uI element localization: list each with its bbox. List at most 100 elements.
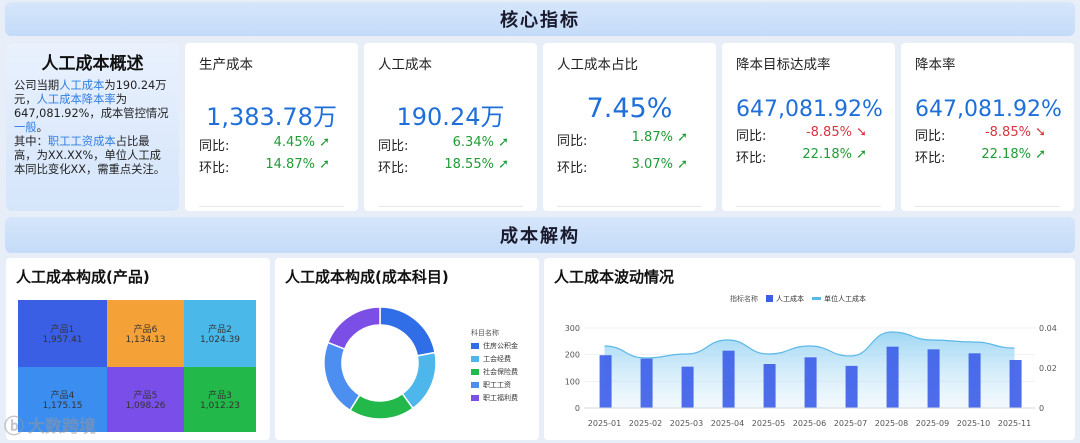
legend-item[interactable]: 住房公积金 bbox=[471, 341, 518, 351]
kpi-yoy-value: 6.34% ➚ bbox=[452, 135, 509, 150]
kpi-title: 人工成本 bbox=[378, 57, 432, 73]
overview-paragraph-1: 公司当期人工成本为190.24万元，人工成本降本率为647,081.92%，成本… bbox=[14, 79, 171, 135]
donut-slice[interactable] bbox=[326, 306, 381, 350]
legend-item[interactable]: 职工工资 bbox=[471, 380, 518, 390]
bar[interactable] bbox=[722, 350, 735, 408]
overview-highlight: 一般 bbox=[14, 121, 37, 134]
treemap-cell-value: 1,957.41 bbox=[42, 335, 83, 345]
legend-item[interactable]: 职工福利费 bbox=[471, 393, 518, 403]
kpi-value: 647,081.92% bbox=[736, 97, 883, 122]
kpi-yoy-value: 4.45% ➚ bbox=[273, 135, 330, 150]
x-tick: 2025-07 bbox=[834, 419, 867, 428]
arrow-up-icon: ➚ bbox=[677, 157, 688, 172]
arrow-up-icon: ➚ bbox=[319, 135, 330, 150]
donut-slice[interactable] bbox=[323, 341, 361, 412]
treemap-cell[interactable]: 产品3 1,012.23 bbox=[184, 367, 256, 432]
legend-item[interactable]: 工会经费 bbox=[471, 354, 518, 364]
kpi-yoy-label: 同比: bbox=[736, 129, 767, 144]
divider bbox=[557, 206, 702, 207]
x-tick: 2025-04 bbox=[711, 419, 744, 428]
bar[interactable] bbox=[763, 364, 776, 408]
donut-legend: 科目名称 住房公积金 工会经费 社会保险费 职工工资 职工福利费 bbox=[471, 328, 518, 403]
kpi-yoy-label: 同比: bbox=[199, 139, 230, 154]
cost-breakdown-header: 成本解构 bbox=[5, 217, 1075, 253]
bar[interactable] bbox=[968, 353, 981, 408]
combo-legend: 指标名称 人工成本 单位人工成本 bbox=[730, 294, 866, 303]
bar[interactable] bbox=[845, 365, 858, 408]
kpi-mom-label: 环比: bbox=[199, 161, 230, 176]
donut-slice[interactable] bbox=[379, 306, 436, 357]
bar[interactable] bbox=[927, 349, 940, 408]
bar[interactable] bbox=[681, 366, 694, 408]
kpi-yoy-label: 同比: bbox=[557, 134, 588, 149]
y-tick-left: 200 bbox=[565, 351, 580, 360]
kpi-title: 降本目标达成率 bbox=[736, 57, 831, 73]
overview-text: 。 bbox=[36, 121, 48, 134]
legend-item[interactable]: 社会保险费 bbox=[471, 367, 518, 377]
treemap-cell[interactable]: 产品2 1,024.39 bbox=[184, 300, 256, 367]
donut-panel: 人工成本构成(成本科目) 科目名称 住房公积金 工会经费 社会保险费 职工工资 … bbox=[275, 258, 539, 440]
donut-chart bbox=[323, 306, 437, 420]
x-tick: 2025-08 bbox=[875, 419, 908, 428]
fluctuation-chart-panel: 人工成本波动情况 指标名称 人工成本 单位人工成本 300 200 100 0 0.04 0.0… bbox=[544, 258, 1075, 440]
legend-title: 指标名称 bbox=[730, 294, 758, 303]
arrow-down-icon: ➘ bbox=[856, 125, 867, 140]
x-tick: 2025-05 bbox=[752, 419, 785, 428]
kpi-mom-row: 环比: 18.55% ➚ bbox=[378, 157, 523, 176]
overview-paragraph-2: 其中：职工工资成本占比最高，为XX.XX%，单位人工成本同比变化XX，需重点关注… bbox=[14, 135, 171, 177]
arrow-up-icon: ➚ bbox=[1035, 147, 1046, 162]
donut-slice[interactable] bbox=[348, 392, 414, 420]
kpi-mom-label: 环比: bbox=[378, 161, 409, 176]
treemap-cell-value: 1,134.13 bbox=[125, 335, 166, 345]
kpi-card-cost-target-rate: 降本目标达成率 647,081.92% 同比: -8.85% ➘ 环比: 22.18… bbox=[722, 43, 895, 211]
kpi-mom-label: 环比: bbox=[736, 151, 767, 166]
kpi-value: 1,383.78万 bbox=[206, 103, 337, 131]
overview-title: 人工成本概述 bbox=[41, 54, 144, 74]
x-tick: 2025-10 bbox=[957, 419, 990, 428]
arrow-down-icon: ➘ bbox=[1035, 125, 1046, 140]
y-tick-right: 0.04 bbox=[1039, 324, 1057, 333]
legend-label: 职工福利费 bbox=[483, 394, 518, 402]
bar[interactable] bbox=[640, 358, 653, 408]
kpi-mom-value: 14.87% ➚ bbox=[265, 157, 330, 172]
legend-label[interactable]: 单位人工成本 bbox=[824, 294, 866, 303]
legend-swatch bbox=[471, 395, 479, 401]
treemap-title: 人工成本构成(产品) bbox=[16, 268, 150, 286]
y-tick-left: 100 bbox=[565, 377, 580, 386]
overview-highlight: 职工工资成本 bbox=[47, 135, 116, 148]
bar[interactable] bbox=[599, 355, 612, 408]
kpi-mom-row: 环比: 22.18% ➚ bbox=[915, 147, 1060, 166]
legend-swatch bbox=[766, 295, 773, 302]
kpi-mom-value: 22.18% ➚ bbox=[981, 147, 1046, 162]
kpi-card-labor-cost-share: 人工成本占比 7.45% 同比: 1.87% ➚ 环比: 3.07% ➚ bbox=[543, 43, 716, 211]
kpi-yoy-row: 同比: 1.87% ➚ bbox=[557, 130, 702, 149]
kpi-value: 7.45% bbox=[586, 93, 673, 124]
treemap-cell[interactable]: 产品1 1,957.41 bbox=[18, 300, 107, 367]
donut-legend-title: 科目名称 bbox=[471, 329, 499, 337]
watermark-logo-icon: ⓑ bbox=[4, 414, 24, 438]
overview-highlight: 人工成本 bbox=[59, 79, 105, 92]
treemap-cell[interactable]: 产品5 1,098.26 bbox=[107, 367, 184, 432]
treemap-cell[interactable]: 产品6 1,134.13 bbox=[107, 300, 184, 367]
bar[interactable] bbox=[886, 346, 899, 408]
arrow-up-icon: ➚ bbox=[498, 157, 509, 172]
treemap-cell-name: 产品1 bbox=[50, 325, 75, 335]
kpi-mom-row: 环比: 22.18% ➚ bbox=[736, 147, 881, 166]
y-tick-left: 0 bbox=[575, 404, 580, 413]
bar[interactable] bbox=[804, 357, 817, 408]
arrow-up-icon: ➚ bbox=[677, 130, 688, 145]
treemap-cell-name: 产品3 bbox=[208, 391, 232, 401]
divider bbox=[736, 206, 881, 207]
legend-label: 职工工资 bbox=[483, 381, 511, 389]
treemap-cell-value: 1,024.39 bbox=[199, 335, 241, 345]
cost-breakdown-title: 成本解构 bbox=[500, 226, 580, 247]
divider bbox=[915, 206, 1060, 207]
treemap-cell-name: 产品5 bbox=[133, 391, 158, 401]
treemap-cell-name: 产品4 bbox=[50, 391, 75, 401]
kpi-title: 人工成本占比 bbox=[557, 57, 638, 73]
bar[interactable] bbox=[1009, 360, 1022, 408]
x-tick: 2025-11 bbox=[998, 419, 1031, 428]
arrow-up-icon: ➚ bbox=[319, 157, 330, 172]
legend-label[interactable]: 人工成本 bbox=[776, 294, 804, 303]
kpi-yoy-label: 同比: bbox=[915, 129, 946, 144]
